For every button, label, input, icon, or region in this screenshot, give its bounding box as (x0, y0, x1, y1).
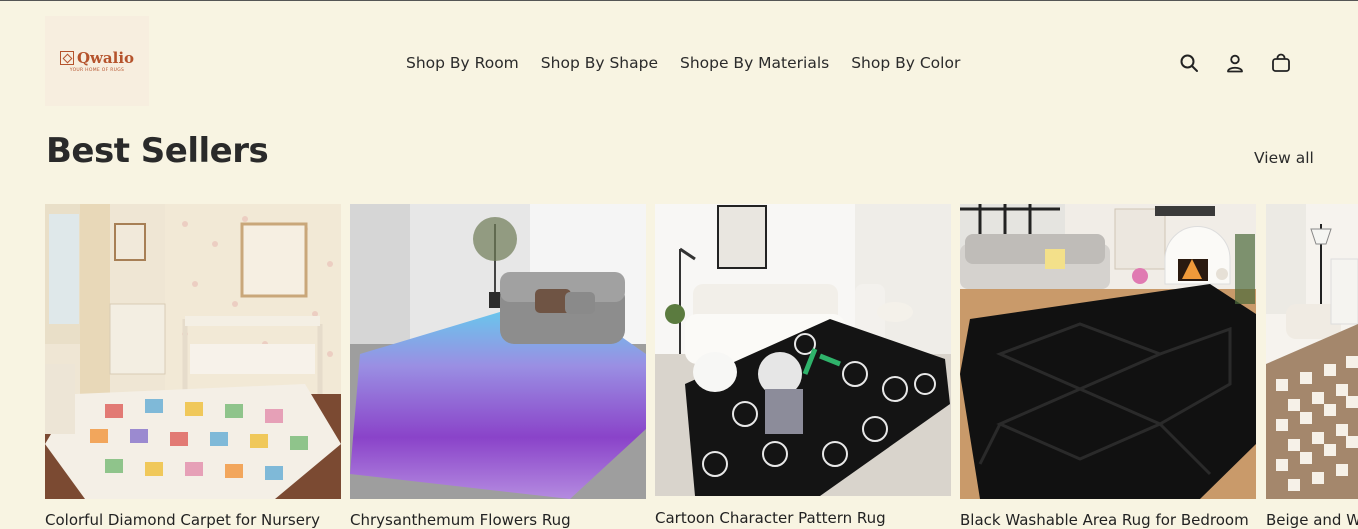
brand-name: Qwalio (76, 49, 135, 67)
view-all-link[interactable]: View all (1254, 149, 1314, 167)
search-icon[interactable] (1179, 53, 1199, 73)
product-image-checker-rug[interactable] (1266, 204, 1358, 499)
nav-shop-by-color[interactable]: Shop By Color (851, 54, 960, 72)
product-card[interactable]: Colorful Diamond Carpet for Nursery (45, 204, 341, 529)
product-image-purple-rug[interactable] (350, 204, 646, 499)
nav-shop-by-room[interactable]: Shop By Room (406, 54, 519, 72)
main-nav: Shop By Room Shop By Shape Shope By Mate… (406, 54, 960, 72)
product-card[interactable]: Black Washable Area Rug for Bedroom (960, 204, 1256, 529)
product-image-cartoon-rug[interactable] (655, 204, 951, 496)
product-title[interactable]: Black Washable Area Rug for Bedroom (960, 511, 1249, 529)
product-image-black-rug[interactable] (960, 204, 1256, 499)
header-icons (1179, 53, 1291, 73)
cart-icon[interactable] (1271, 53, 1291, 73)
product-card[interactable]: Cartoon Character Pattern Rug (655, 204, 951, 527)
logo-mark-icon (59, 51, 74, 65)
product-card[interactable]: Chrysanthemum Flowers Rug (350, 204, 646, 529)
product-card[interactable]: Beige and Wh (1266, 204, 1358, 529)
product-title[interactable]: Colorful Diamond Carpet for Nursery (45, 511, 320, 529)
product-title[interactable]: Chrysanthemum Flowers Rug (350, 511, 571, 529)
nav-shop-by-shape[interactable]: Shop By Shape (541, 54, 658, 72)
nav-shop-by-materials[interactable]: Shope By Materials (680, 54, 829, 72)
product-title[interactable]: Beige and Wh (1266, 511, 1358, 529)
product-image-nursery-rug[interactable] (45, 204, 341, 499)
product-title[interactable]: Cartoon Character Pattern Rug (655, 509, 886, 527)
brand-tagline: YOUR HOME OF RUGS (69, 68, 125, 73)
logo[interactable]: Qwalio YOUR HOME OF RUGS (45, 16, 149, 106)
section-title: Best Sellers (46, 131, 269, 171)
account-icon[interactable] (1225, 53, 1245, 73)
site-header: Qwalio YOUR HOME OF RUGS Shop By Room Sh… (0, 1, 1358, 121)
